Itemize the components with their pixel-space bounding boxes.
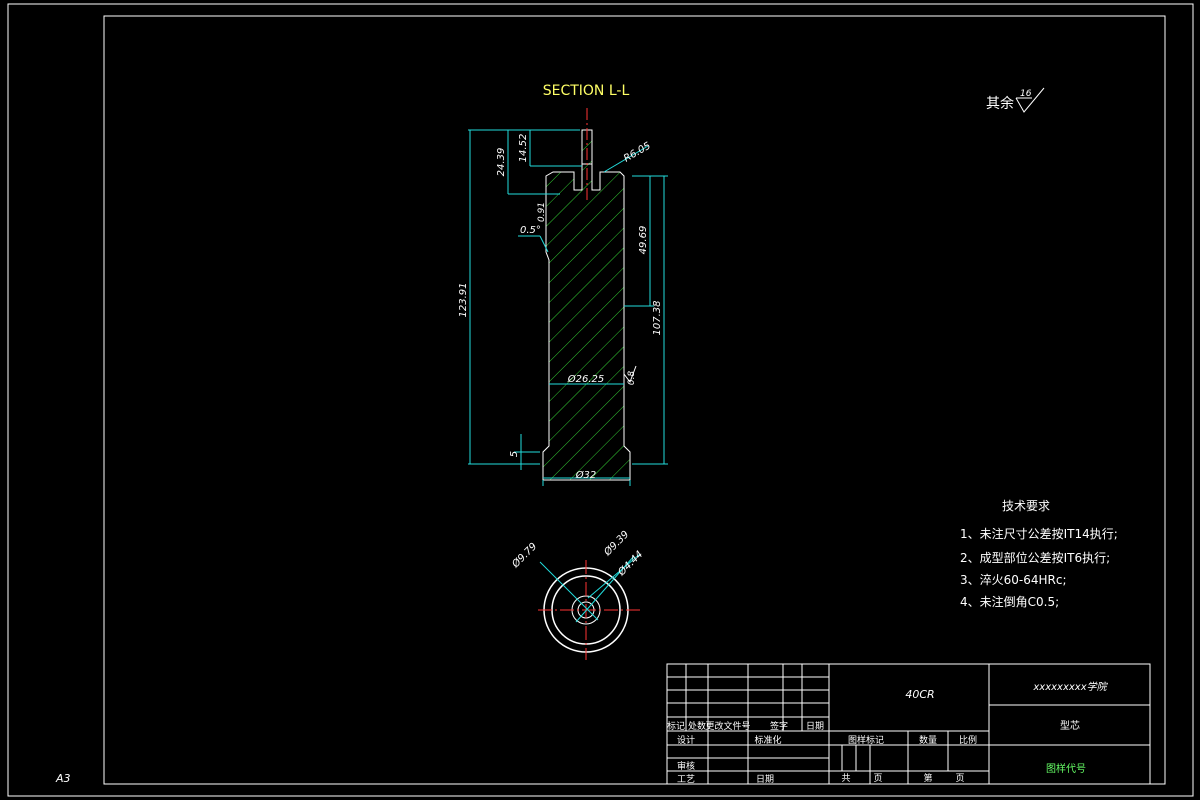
- part-body: [542, 163, 631, 481]
- tech-requirement-item: 3、淬火60-64HRc;: [960, 572, 1067, 587]
- review-label: 审核: [677, 760, 695, 772]
- surface-finish-value: 16: [1020, 89, 1032, 99]
- dim-surface-roughness: 0.8: [627, 371, 637, 386]
- standardize-label: 标准化: [754, 734, 781, 746]
- tech-requirement-item: 1、未注尺寸公差按IT14执行;: [960, 526, 1118, 541]
- dim-upper-body: 49.69: [638, 226, 649, 255]
- tech-requirements: 技术要求 1、未注尺寸公差按IT14执行; 2、成型部位公差按IT6执行; 3、…: [960, 499, 1118, 609]
- school-label: xxxxxxxxx学院: [1032, 681, 1108, 693]
- rev-header-mark: 标记: [667, 720, 685, 732]
- sheet-no-label: 第: [923, 772, 932, 784]
- page-label: 页: [873, 773, 882, 784]
- part-name-label: 型芯: [1060, 719, 1080, 732]
- tech-requirements-title: 技术要求: [1002, 499, 1050, 513]
- rev-header-date: 日期: [806, 721, 824, 732]
- surface-finish-prefix: 其余: [986, 95, 1014, 112]
- sheet-size-label: A3: [55, 772, 71, 785]
- cad-drawing: A3 SECTION L-L 其余 16 123.91 24.39 14.52 …: [7, 3, 1194, 797]
- dim-small-len: 0.91: [537, 202, 547, 222]
- tech-requirement-item: 4、未注倒角C0.5;: [960, 594, 1059, 609]
- dim-fillet-radius: R6.05: [622, 140, 653, 164]
- dim-top-inner: Ø4.44: [615, 548, 646, 579]
- rev-header-count: 处数: [688, 720, 706, 732]
- page2-label: 页: [955, 773, 964, 784]
- weight-label: 数量: [919, 734, 937, 746]
- design-label: 设计: [677, 734, 695, 746]
- total-label: 共: [841, 773, 850, 784]
- rev-header-doc: 更改文件号: [705, 720, 750, 732]
- scale-label: 比例: [959, 734, 977, 746]
- surface-roughness-mark: 0.8: [623, 365, 637, 386]
- dim-neck-height: 14.52: [518, 134, 529, 163]
- tech-requirement-item: 2、成型部位公差按IT6执行;: [960, 550, 1110, 565]
- dim-top-mid: Ø9.39: [601, 528, 632, 559]
- date-label: 日期: [756, 774, 774, 785]
- dim-overall-length: 123.91: [458, 283, 469, 318]
- dim-top-outer: Ø9.79: [509, 540, 540, 571]
- dim-flange-height: 5: [509, 451, 520, 457]
- dim-body-length: 107.38: [652, 301, 663, 336]
- dim-draft-angle: 0.5°: [520, 225, 541, 236]
- dim-flange-diameter: Ø32: [575, 469, 597, 481]
- section-title: SECTION L-L: [543, 83, 630, 99]
- sheet-inner-border: [103, 15, 1166, 785]
- top-view: Ø9.79 Ø9.39 Ø4.44: [509, 528, 646, 660]
- dim-upper-step: 24.39: [496, 148, 507, 177]
- material-label: 40CR: [905, 688, 934, 701]
- surface-finish-symbol: 其余 16: [986, 87, 1045, 113]
- stage-mark-label: 图样标记: [848, 734, 884, 746]
- dim-body-diameter: Ø26.25: [567, 373, 605, 385]
- drawing-code-label: 图样代号: [1046, 762, 1086, 775]
- rev-header-sign: 签字: [770, 720, 788, 732]
- process-label: 工艺: [677, 774, 695, 785]
